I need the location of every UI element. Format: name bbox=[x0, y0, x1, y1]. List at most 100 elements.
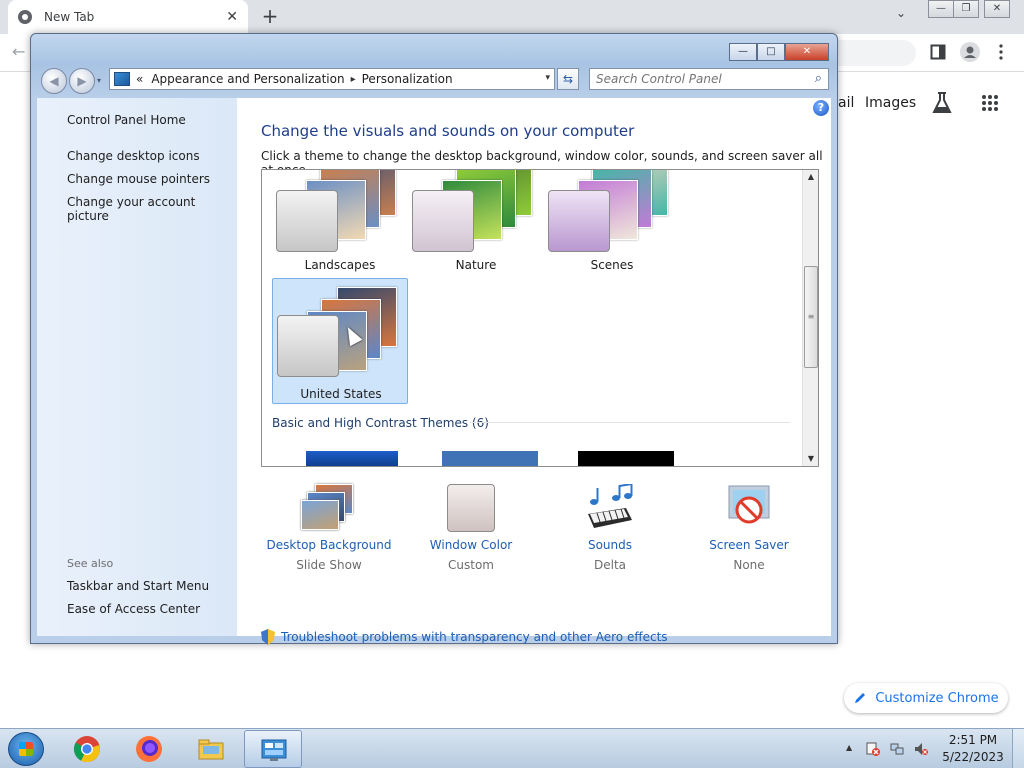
apps-grid-icon[interactable] bbox=[981, 94, 999, 116]
address-dropdown-icon[interactable]: ▾ bbox=[545, 73, 550, 83]
gmail-link[interactable]: ail bbox=[838, 95, 854, 111]
minimize-button[interactable]: — bbox=[729, 43, 757, 61]
refresh-button[interactable]: ⇆ bbox=[557, 68, 579, 90]
control-panel-home-link[interactable]: Control Panel Home bbox=[67, 113, 186, 127]
taskbar-file-explorer[interactable] bbox=[182, 730, 240, 768]
theme-united-states[interactable]: United States bbox=[272, 278, 408, 404]
forward-button[interactable]: ▶ bbox=[69, 68, 95, 94]
chrome-icon bbox=[73, 736, 100, 763]
desktop-background-item[interactable]: Desktop Background Slide Show bbox=[264, 484, 394, 572]
labs-flask-icon[interactable] bbox=[932, 92, 952, 118]
screen-saver-value: None bbox=[733, 558, 765, 572]
theme-list[interactable]: Landscapes Nature Scenes United States B… bbox=[261, 169, 819, 467]
basic-themes-heading: Basic and High Contrast Themes (6) bbox=[272, 416, 489, 430]
recent-pages-dropdown[interactable]: ▾ bbox=[97, 76, 101, 85]
theme-name: Landscapes bbox=[304, 258, 376, 272]
scroll-down-arrow-icon[interactable]: ▼ bbox=[803, 452, 818, 466]
breadcrumb-overflow[interactable]: « bbox=[136, 72, 143, 86]
back-arrow-icon[interactable]: ← bbox=[12, 42, 25, 61]
side-panel-icon[interactable] bbox=[930, 44, 946, 64]
search-box[interactable]: ⌕ bbox=[589, 68, 829, 90]
browser-restore-button[interactable]: ❐ bbox=[953, 0, 979, 18]
sounds-item[interactable]: Sounds Delta bbox=[545, 482, 675, 572]
window-color-swatch bbox=[548, 190, 610, 252]
control-panel-icon bbox=[114, 72, 130, 86]
theme-scenes[interactable]: Scenes bbox=[544, 170, 680, 274]
screen-saver-item[interactable]: Screen Saver None bbox=[684, 484, 814, 572]
chrome-tab[interactable]: New Tab ✕ bbox=[8, 0, 248, 34]
window-color-item[interactable]: Window Color Custom bbox=[406, 484, 536, 572]
search-input[interactable] bbox=[596, 72, 796, 86]
theme-nature[interactable]: Nature bbox=[408, 170, 544, 274]
see-also-label: See also bbox=[67, 557, 114, 570]
maximize-button[interactable]: □ bbox=[757, 43, 785, 61]
desktop-background-value: Slide Show bbox=[296, 558, 362, 572]
personalization-content: Control Panel Home Change desktop icons … bbox=[37, 98, 831, 645]
window-color-link[interactable]: Window Color bbox=[406, 538, 536, 552]
change-mouse-pointers-link[interactable]: Change mouse pointers bbox=[67, 172, 210, 186]
chrome-menu-icon[interactable] bbox=[998, 44, 1004, 64]
search-icon[interactable]: ⌕ bbox=[815, 71, 822, 86]
sounds-link[interactable]: Sounds bbox=[545, 538, 675, 552]
sounds-icon bbox=[582, 482, 638, 532]
theme-windows-7-basic[interactable] bbox=[306, 451, 398, 466]
taskbar-control-panel[interactable] bbox=[244, 730, 302, 768]
scroll-up-arrow-icon[interactable]: ▲ bbox=[803, 170, 818, 184]
network-icon[interactable] bbox=[890, 742, 904, 756]
profile-avatar-icon[interactable] bbox=[960, 42, 980, 66]
ease-of-access-link[interactable]: Ease of Access Center bbox=[67, 602, 200, 616]
breadcrumb-appearance[interactable]: Appearance and Personalization bbox=[151, 72, 344, 86]
window-color-swatch bbox=[412, 190, 474, 252]
section-divider bbox=[470, 422, 790, 423]
back-button[interactable]: ◀ bbox=[41, 68, 67, 94]
control-panel-icon bbox=[261, 739, 287, 761]
action-center-icon[interactable] bbox=[866, 742, 880, 756]
file-explorer-icon bbox=[198, 739, 224, 760]
change-desktop-icons-link[interactable]: Change desktop icons bbox=[67, 149, 200, 163]
pencil-icon bbox=[855, 693, 866, 703]
help-icon[interactable]: ? bbox=[813, 100, 829, 116]
shield-icon bbox=[261, 629, 275, 645]
taskbar-chrome[interactable] bbox=[58, 730, 116, 768]
breadcrumb-separator-icon[interactable]: ▸ bbox=[351, 74, 356, 85]
tab-title: New Tab bbox=[44, 10, 95, 24]
desktop-background-icon bbox=[301, 484, 357, 532]
browser-close-button[interactable]: ✕ bbox=[984, 0, 1010, 18]
troubleshoot-label[interactable]: Troubleshoot problems with transparency … bbox=[281, 630, 668, 644]
control-panel-window: — □ ✕ ◀ ▶ ▾ « Appearance and Personaliza… bbox=[30, 33, 838, 645]
breadcrumb-personalization[interactable]: Personalization bbox=[362, 72, 453, 86]
customize-chrome-button[interactable]: Customize Chrome bbox=[844, 683, 1008, 713]
show-desktop-button[interactable] bbox=[1012, 729, 1024, 768]
theme-list-scrollbar[interactable]: ▲ ≡ ▼ bbox=[802, 170, 818, 466]
start-button[interactable] bbox=[8, 732, 44, 766]
images-link[interactable]: Images bbox=[865, 95, 916, 111]
tab-close-icon[interactable]: ✕ bbox=[226, 9, 238, 25]
browser-minimize-button[interactable]: — bbox=[928, 0, 954, 18]
theme-landscapes[interactable]: Landscapes bbox=[272, 170, 408, 274]
firefox-icon bbox=[136, 736, 162, 762]
new-tab-button[interactable]: + bbox=[258, 4, 282, 28]
window-color-value: Custom bbox=[448, 558, 494, 572]
omnibox[interactable] bbox=[836, 40, 916, 66]
screen-saver-link[interactable]: Screen Saver bbox=[684, 538, 814, 552]
change-account-picture-link[interactable]: Change your account picture bbox=[67, 195, 237, 223]
show-hidden-icons-button[interactable]: ▲ bbox=[846, 743, 852, 752]
clock-time[interactable]: 2:51 PM bbox=[948, 733, 998, 747]
desktop-background-link[interactable]: Desktop Background bbox=[264, 538, 394, 552]
screen-saver-icon bbox=[721, 484, 777, 532]
scroll-thumb[interactable]: ≡ bbox=[804, 266, 818, 368]
window-color-icon bbox=[443, 484, 499, 532]
address-bar[interactable]: « Appearance and Personalization ▸ Perso… bbox=[109, 68, 555, 90]
troubleshoot-link[interactable]: Troubleshoot problems with transparency … bbox=[261, 629, 668, 645]
theme-high-contrast-black[interactable] bbox=[578, 451, 674, 466]
volume-muted-icon[interactable] bbox=[914, 742, 928, 756]
window-color-swatch bbox=[276, 190, 338, 252]
taskbar-start-menu-link[interactable]: Taskbar and Start Menu bbox=[67, 579, 209, 593]
taskbar-firefox[interactable] bbox=[120, 730, 178, 768]
theme-windows-classic[interactable] bbox=[442, 451, 538, 466]
tab-search-icon[interactable]: ⌄ bbox=[896, 6, 906, 20]
sounds-value: Delta bbox=[593, 558, 626, 572]
theme-name: United States bbox=[300, 387, 382, 401]
clock-date[interactable]: 5/22/2023 bbox=[940, 750, 1006, 764]
close-button[interactable]: ✕ bbox=[785, 43, 829, 61]
